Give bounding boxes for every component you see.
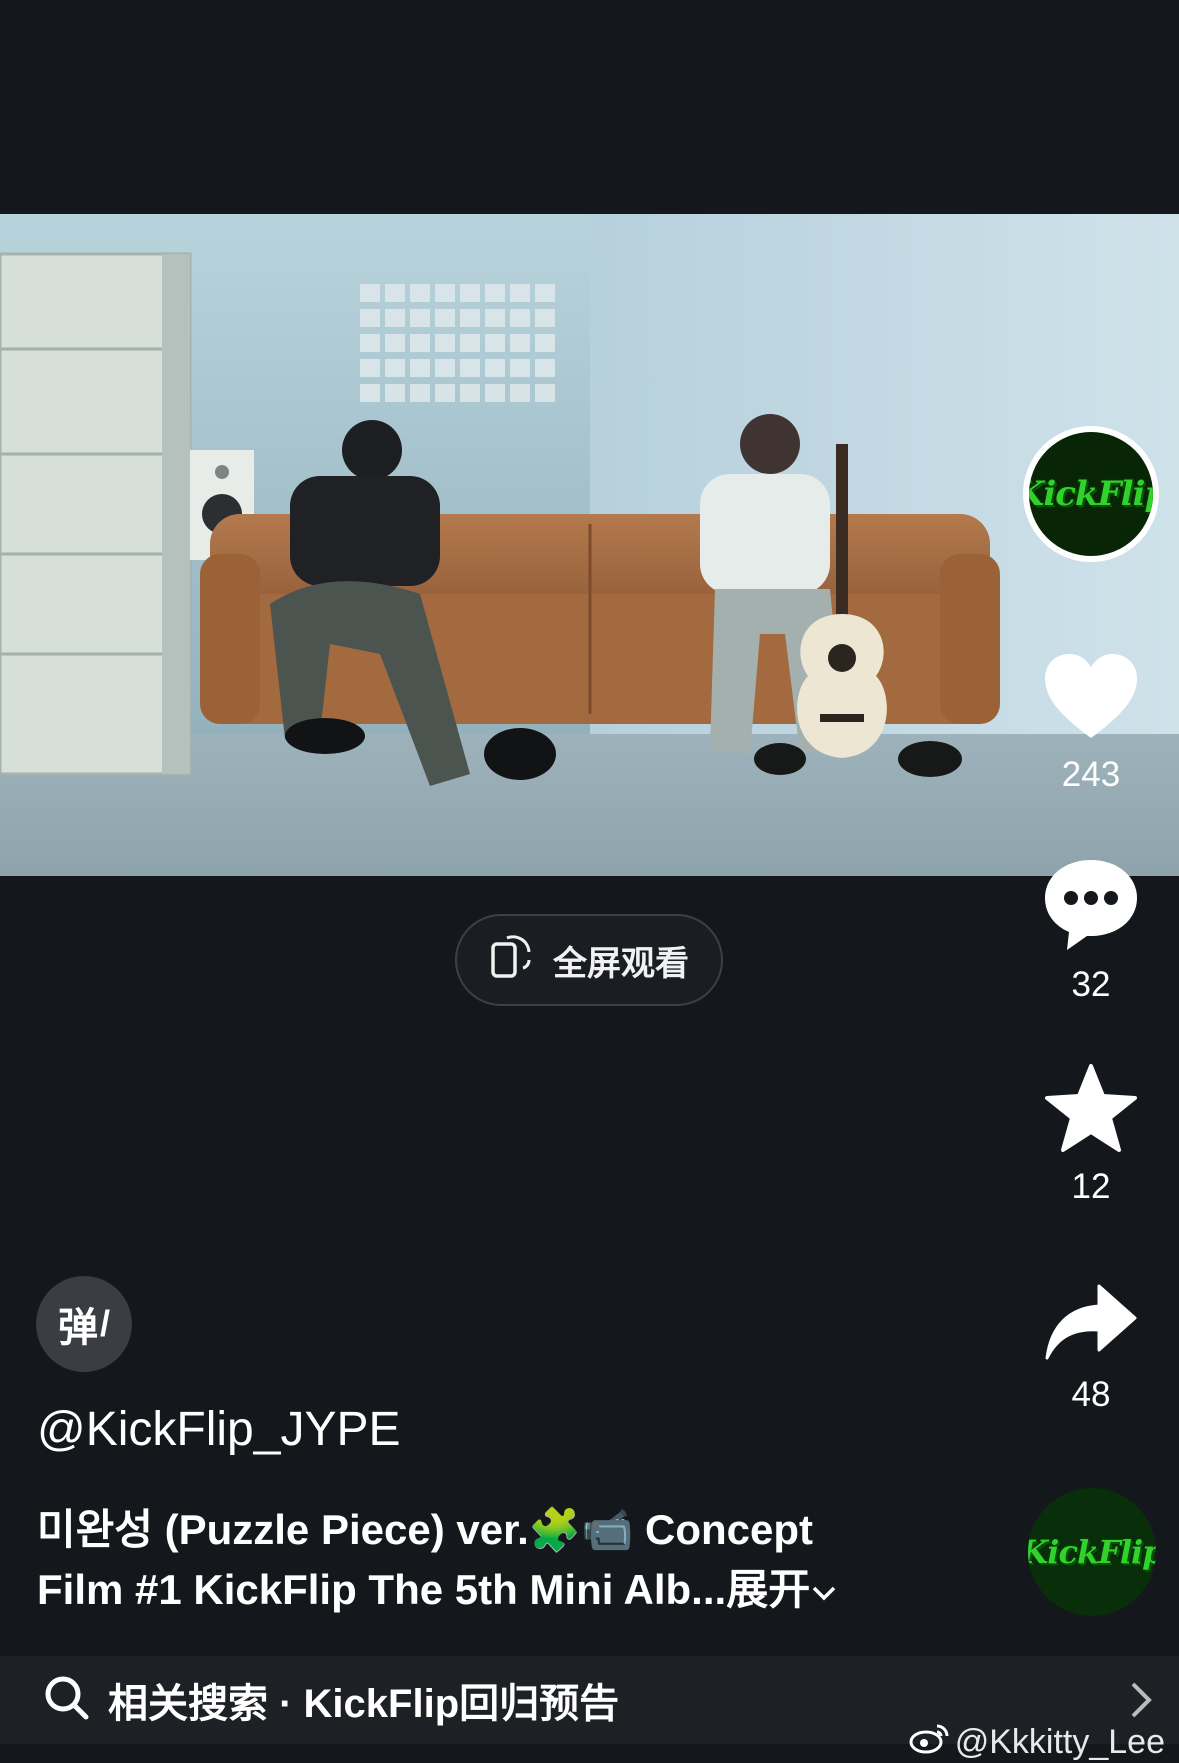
related-search-text: 相关搜索 · KickFlip回归预告 [108, 1682, 620, 1726]
chevron-right-icon [1129, 1680, 1153, 1725]
danmu-slash-icon: / [99, 1303, 110, 1344]
disc-logo-text: KickFlip [1028, 1533, 1156, 1571]
comment-button[interactable]: 32 [1021, 856, 1161, 1005]
share-button[interactable]: 48 [1021, 1282, 1161, 1415]
description-line-1: 미완성 (Puzzle Piece) ver.🧩📹 Concept [37, 1506, 814, 1553]
author-name[interactable]: @KickFlip_JYPE [37, 1402, 401, 1457]
danmu-toggle-button[interactable]: 弹 / [36, 1276, 132, 1372]
danmu-label: 弹 [57, 1306, 98, 1350]
weibo-icon [909, 1722, 949, 1763]
chevron-down-icon [810, 1566, 838, 1613]
like-count: 243 [1061, 755, 1121, 794]
post-description: 미완성 (Puzzle Piece) ver.🧩📹 Concept Film #… [37, 1500, 897, 1620]
music-disc-logo[interactable]: KickFlip [1028, 1488, 1156, 1616]
weibo-watermark: @Kkkitty_Lee [909, 1722, 1165, 1763]
video-frame-image [0, 214, 1179, 876]
fullscreen-label: 全屏观看 [553, 944, 689, 983]
favorite-count: 12 [1071, 1167, 1111, 1206]
share-count: 48 [1071, 1375, 1111, 1414]
video-player[interactable] [0, 214, 1179, 876]
fullscreen-button[interactable]: 全屏观看 [455, 914, 723, 1006]
like-button[interactable]: 243 [1021, 650, 1161, 795]
rotate-phone-icon [489, 932, 537, 989]
share-arrow-icon [1045, 1284, 1137, 1360]
channel-avatar[interactable]: KickFlip [1023, 426, 1159, 562]
comment-bubble-icon [1045, 860, 1137, 950]
star-icon [1045, 1064, 1137, 1152]
description-line-2: Film #1 KickFlip The 5th Mini Alb... [37, 1566, 727, 1613]
channel-logo-text: KickFlip [1023, 474, 1153, 514]
expand-label: 展开 [726, 1566, 811, 1613]
search-icon [44, 1675, 90, 1726]
heart-icon [1045, 654, 1137, 738]
favorite-button[interactable]: 12 [1021, 1062, 1161, 1207]
comment-count: 32 [1071, 965, 1111, 1004]
expand-button[interactable]: 展开 [726, 1566, 838, 1613]
watermark-text: @Kkkitty_Lee [954, 1723, 1165, 1761]
